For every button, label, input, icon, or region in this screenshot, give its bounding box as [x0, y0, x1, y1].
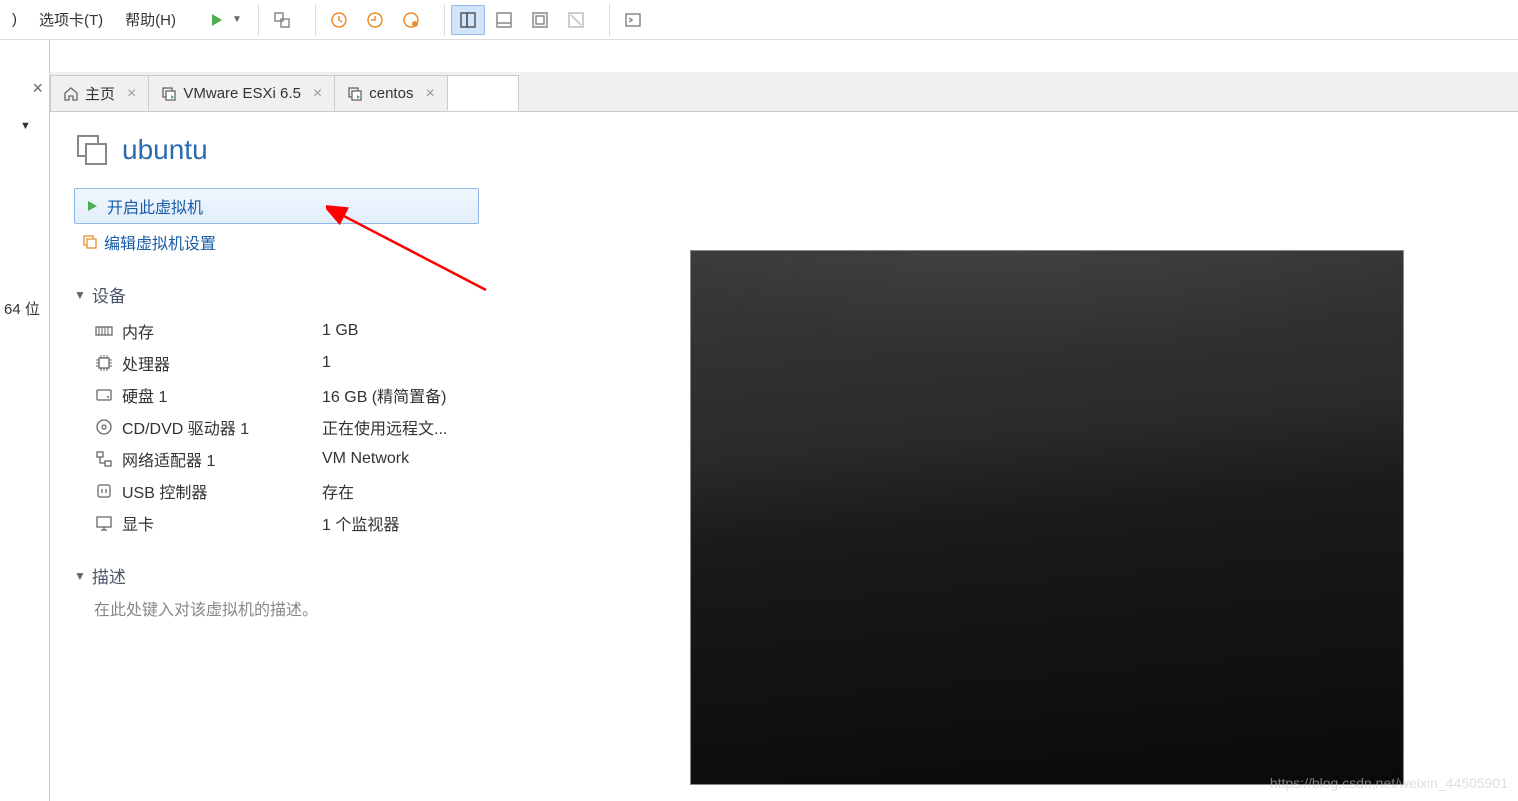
sidebar-dropdown[interactable]: ▼ — [20, 120, 31, 132]
clock-icon — [330, 11, 348, 29]
clock-gear-icon — [402, 11, 420, 29]
cd-icon — [94, 417, 114, 437]
fullscreen-button[interactable] — [523, 5, 557, 35]
devices-title: 设备 — [92, 282, 126, 307]
vm-preview[interactable] — [690, 250, 1404, 785]
network-icon — [94, 449, 114, 469]
device-value: 1 个监视器 — [322, 511, 399, 535]
sidebar-os-label: 64 位 — [4, 298, 40, 319]
device-value: 1 GB — [322, 322, 358, 340]
device-name: 内存 — [122, 319, 322, 343]
memory-icon — [94, 321, 114, 341]
play-dropdown[interactable]: ▼ — [232, 14, 242, 25]
menu-partial[interactable]: ) — [4, 7, 25, 32]
unity-icon — [567, 11, 585, 29]
left-sidebar: × ▼ 64 位 — [0, 40, 50, 801]
tabbar: 主页 × VMware ESXi 6.5 × centos × — [50, 72, 1518, 112]
cpu-icon — [94, 353, 114, 373]
single-icon — [495, 11, 513, 29]
device-value: 存在 — [322, 479, 354, 503]
menubar: ) 选项卡(T) 帮助(H) ▼ — [0, 0, 1518, 40]
device-value: 1 — [322, 354, 331, 372]
tab-home[interactable]: 主页 × — [50, 75, 149, 111]
tab-esxi[interactable]: VMware ESXi 6.5 × — [148, 75, 335, 111]
send-button[interactable] — [265, 5, 299, 35]
play-icon — [85, 199, 99, 213]
view-single-button[interactable] — [487, 5, 521, 35]
tab-label: VMware ESXi 6.5 — [183, 85, 301, 102]
device-name: 硬盘 1 — [122, 383, 322, 407]
device-name: 网络适配器 1 — [122, 447, 322, 471]
device-value: 正在使用远程文... — [322, 415, 447, 439]
view-thumbnails-button[interactable] — [451, 5, 485, 35]
power-on-label: 开启此虚拟机 — [107, 194, 203, 218]
edit-icon — [82, 234, 98, 250]
device-value: VM Network — [322, 450, 409, 468]
action-box: 开启此虚拟机 编辑虚拟机设置 — [74, 188, 479, 258]
watermark: https://blog.csdn.net/weixin_44505901 — [1270, 775, 1508, 791]
chevron-down-icon: ▼ — [74, 569, 86, 583]
console-icon — [624, 11, 642, 29]
sidebar-close-button[interactable]: × — [32, 78, 43, 99]
vm-large-icon — [74, 132, 110, 168]
thumbnails-icon — [459, 11, 477, 29]
send-icon — [273, 11, 291, 29]
tab-close-button[interactable]: × — [127, 85, 136, 103]
snapshot-revert-button[interactable] — [358, 5, 392, 35]
device-name: CD/DVD 驱动器 1 — [122, 415, 322, 439]
edit-settings-link[interactable]: 编辑虚拟机设置 — [74, 226, 479, 258]
menu-help[interactable]: 帮助(H) — [117, 5, 184, 34]
tab-label: 主页 — [85, 83, 115, 104]
home-icon — [63, 86, 79, 102]
snapshot-manage-button[interactable] — [394, 5, 428, 35]
edit-settings-label: 编辑虚拟机设置 — [104, 230, 216, 254]
play-button[interactable] — [200, 5, 234, 35]
usb-icon — [94, 481, 114, 501]
device-value: 16 GB (精简置备) — [322, 383, 446, 407]
clock-back-icon — [366, 11, 384, 29]
vm-header: ubuntu — [74, 132, 1494, 168]
display-icon — [94, 513, 114, 533]
device-name: 显卡 — [122, 511, 322, 535]
snapshot-button[interactable] — [322, 5, 356, 35]
disk-icon — [94, 385, 114, 405]
fullscreen-icon — [531, 11, 549, 29]
tab-close-button[interactable]: × — [425, 85, 434, 103]
vm-title: ubuntu — [122, 134, 208, 166]
power-on-button[interactable]: 开启此虚拟机 — [74, 188, 479, 224]
tab-centos[interactable]: centos × — [334, 75, 448, 111]
vm-icon — [347, 86, 363, 102]
tab-label: centos — [369, 85, 413, 102]
vm-icon — [161, 86, 177, 102]
play-icon — [209, 12, 225, 28]
device-name: 处理器 — [122, 351, 322, 375]
tab-ubuntu[interactable] — [447, 75, 519, 111]
console-button[interactable] — [616, 5, 650, 35]
menu-tabs[interactable]: 选项卡(T) — [31, 5, 111, 34]
tab-close-button[interactable]: × — [313, 85, 322, 103]
device-name: USB 控制器 — [122, 479, 322, 503]
description-title: 描述 — [92, 563, 126, 588]
unity-button[interactable] — [559, 5, 593, 35]
chevron-down-icon: ▼ — [74, 288, 86, 302]
